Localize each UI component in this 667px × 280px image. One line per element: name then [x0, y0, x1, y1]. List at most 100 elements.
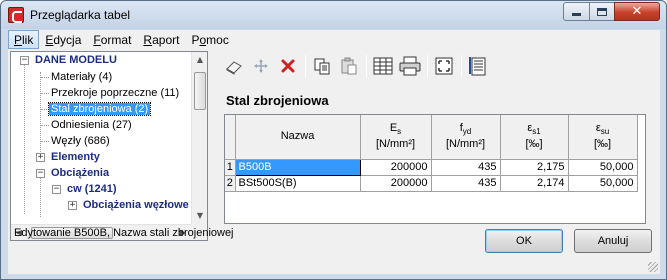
tree-item-label: DANE MODELU	[35, 54, 117, 66]
toolbar	[222, 52, 660, 80]
expand-icon[interactable]: +	[36, 153, 45, 162]
tree-item-label: Obciążenia	[51, 167, 110, 179]
model-tree[interactable]: − DANE MODELU Materiały (4) Przekroje po…	[10, 51, 208, 241]
report-icon	[469, 57, 486, 76]
eraser-button[interactable]	[222, 54, 246, 78]
collapse-icon[interactable]: −	[20, 56, 29, 65]
menu-edycja[interactable]: Edycja	[39, 30, 87, 49]
menu-raport[interactable]: Raport	[137, 30, 185, 49]
move-button[interactable]	[249, 54, 273, 78]
tree-item-label: Materiały (4)	[51, 71, 113, 83]
column-header-subscript: yd	[462, 127, 472, 137]
steel-table: Nazwa Es [N/mm²] fyd [N/mm²] εs1 [‰] εsu [‰]…	[225, 115, 638, 192]
tree-line	[40, 177, 41, 217]
delete-icon	[281, 59, 295, 73]
collapse-icon[interactable]: −	[36, 169, 45, 178]
menu-pomoc[interactable]: Pomoc	[185, 30, 234, 49]
table-row[interactable]: 2 BSt500S(B) 200000 435 2,174 50,000	[225, 175, 638, 192]
scroll-thumb[interactable]	[194, 72, 206, 110]
client-area: Plik Edycja Format Raport Pomoc − DANE M…	[8, 30, 660, 274]
report-button[interactable]	[466, 54, 490, 78]
printer-icon	[399, 56, 421, 76]
table-cell-es[interactable]: 200000	[360, 159, 432, 176]
fit-button[interactable]	[432, 54, 456, 78]
column-header-esu[interactable]: εsu [‰]	[568, 115, 638, 160]
eraser-icon	[226, 61, 242, 75]
table-cell-fyd[interactable]: 435	[431, 175, 501, 192]
cancel-button[interactable]: Anuluj	[574, 229, 652, 253]
tree-item-odniesienia[interactable]: Odniesienia (27)	[49, 117, 134, 133]
column-header-subscript: su	[600, 127, 610, 137]
scroll-down-icon[interactable]: ▼	[192, 208, 207, 224]
column-header-subscript: s	[397, 127, 402, 137]
resize-grip-icon[interactable]	[648, 262, 658, 272]
tree-item-cw[interactable]: cw (1241)	[65, 181, 119, 197]
tree-item-label: Obciążenia węzłowe	[83, 199, 189, 211]
ok-button[interactable]: OK	[485, 229, 563, 253]
table-cell-name[interactable]: BSt500S(B)	[235, 175, 361, 192]
tree-line	[41, 125, 49, 126]
tree-line	[40, 72, 41, 152]
tree-vertical-scrollbar[interactable]: ▲ ▼	[191, 52, 207, 224]
copy-button[interactable]	[310, 54, 334, 78]
copy-icon	[314, 58, 330, 75]
menu-plik[interactable]: Plik	[8, 30, 40, 49]
toolbar-separator	[366, 55, 367, 77]
window-title: Przeglądarka tabel	[30, 8, 131, 22]
column-header-unit: [N/mm²]	[375, 138, 416, 151]
column-header-es[interactable]: Es [N/mm²]	[360, 115, 432, 160]
table-cell-esu[interactable]: 50,000	[568, 159, 638, 176]
tree-item-przekroje[interactable]: Przekroje poprzeczne (11)	[49, 85, 181, 101]
toolbar-separator	[461, 55, 462, 77]
paste-icon	[341, 57, 357, 75]
collapse-icon[interactable]: −	[52, 185, 61, 194]
table-cell-es[interactable]: 200000	[360, 175, 432, 192]
tree-item-obciazenia-wezlowe[interactable]: Obciążenia węzłowe	[81, 197, 191, 213]
move-icon	[254, 59, 268, 73]
column-header-fyd[interactable]: fyd [N/mm²]	[431, 115, 501, 160]
app-logo-icon	[8, 7, 24, 23]
table-cell-es1[interactable]: 2,175	[500, 159, 569, 176]
title-bar[interactable]: Przeglądarka tabel ✕	[1, 1, 666, 29]
column-header-subscript: s1	[532, 127, 541, 137]
data-grid[interactable]: Nazwa Es [N/mm²] fyd [N/mm²] εs1 [‰] εsu [‰]…	[224, 114, 646, 224]
table-cell-es1[interactable]: 2,174	[500, 175, 569, 192]
row-header-corner	[225, 115, 236, 160]
table-cell-esu[interactable]: 50,000	[568, 175, 638, 192]
fit-window-icon	[435, 57, 453, 75]
row-header[interactable]: 1	[225, 159, 236, 176]
column-header-nazwa[interactable]: Nazwa	[235, 115, 361, 160]
tree-line	[41, 141, 49, 142]
tree-line	[41, 109, 49, 110]
tree-item-wezly[interactable]: Węzły (686)	[49, 133, 112, 149]
tree-item-label: Odniesienia (27)	[51, 119, 132, 131]
table-cell-fyd[interactable]: 435	[431, 159, 501, 176]
status-text: Edytowanie B500B, Nazwa stali zbrojeniow…	[14, 227, 234, 239]
maximize-button[interactable]	[589, 2, 615, 21]
minimize-button[interactable]	[563, 2, 590, 21]
columns-icon	[373, 57, 393, 75]
tree-item-obciazenia[interactable]: Obciążenia	[49, 165, 111, 181]
tree-line	[41, 77, 49, 78]
scroll-up-icon[interactable]: ▲	[192, 52, 207, 68]
print-button[interactable]	[398, 54, 422, 78]
close-icon: ✕	[631, 4, 643, 19]
delete-button[interactable]	[276, 54, 300, 78]
paste-button[interactable]	[337, 54, 361, 78]
tree-item-materialy[interactable]: Materiały (4)	[49, 69, 114, 85]
tree-item-elementy[interactable]: Elementy	[49, 149, 102, 165]
tree-item-label: cw (1241)	[67, 183, 117, 195]
tree-item-dane-modelu[interactable]: DANE MODELU	[33, 52, 119, 68]
column-header-unit: [‰]	[525, 138, 543, 151]
tree-item-stal-zbrojeniowa[interactable]: Stal zbrojeniowa (2)	[47, 101, 152, 117]
row-header[interactable]: 2	[225, 175, 236, 192]
tree-item-label: Elementy	[51, 151, 100, 163]
menu-format[interactable]: Format	[87, 30, 137, 49]
columns-button[interactable]	[371, 54, 395, 78]
close-button[interactable]: ✕	[614, 2, 660, 21]
maximize-icon	[597, 7, 607, 16]
table-row[interactable]: 1 B500B 200000 435 2,175 50,000	[225, 158, 638, 176]
column-header-es1[interactable]: εs1 [‰]	[500, 115, 569, 160]
expand-icon[interactable]: +	[68, 201, 77, 210]
table-cell-name[interactable]: B500B	[234, 158, 361, 176]
